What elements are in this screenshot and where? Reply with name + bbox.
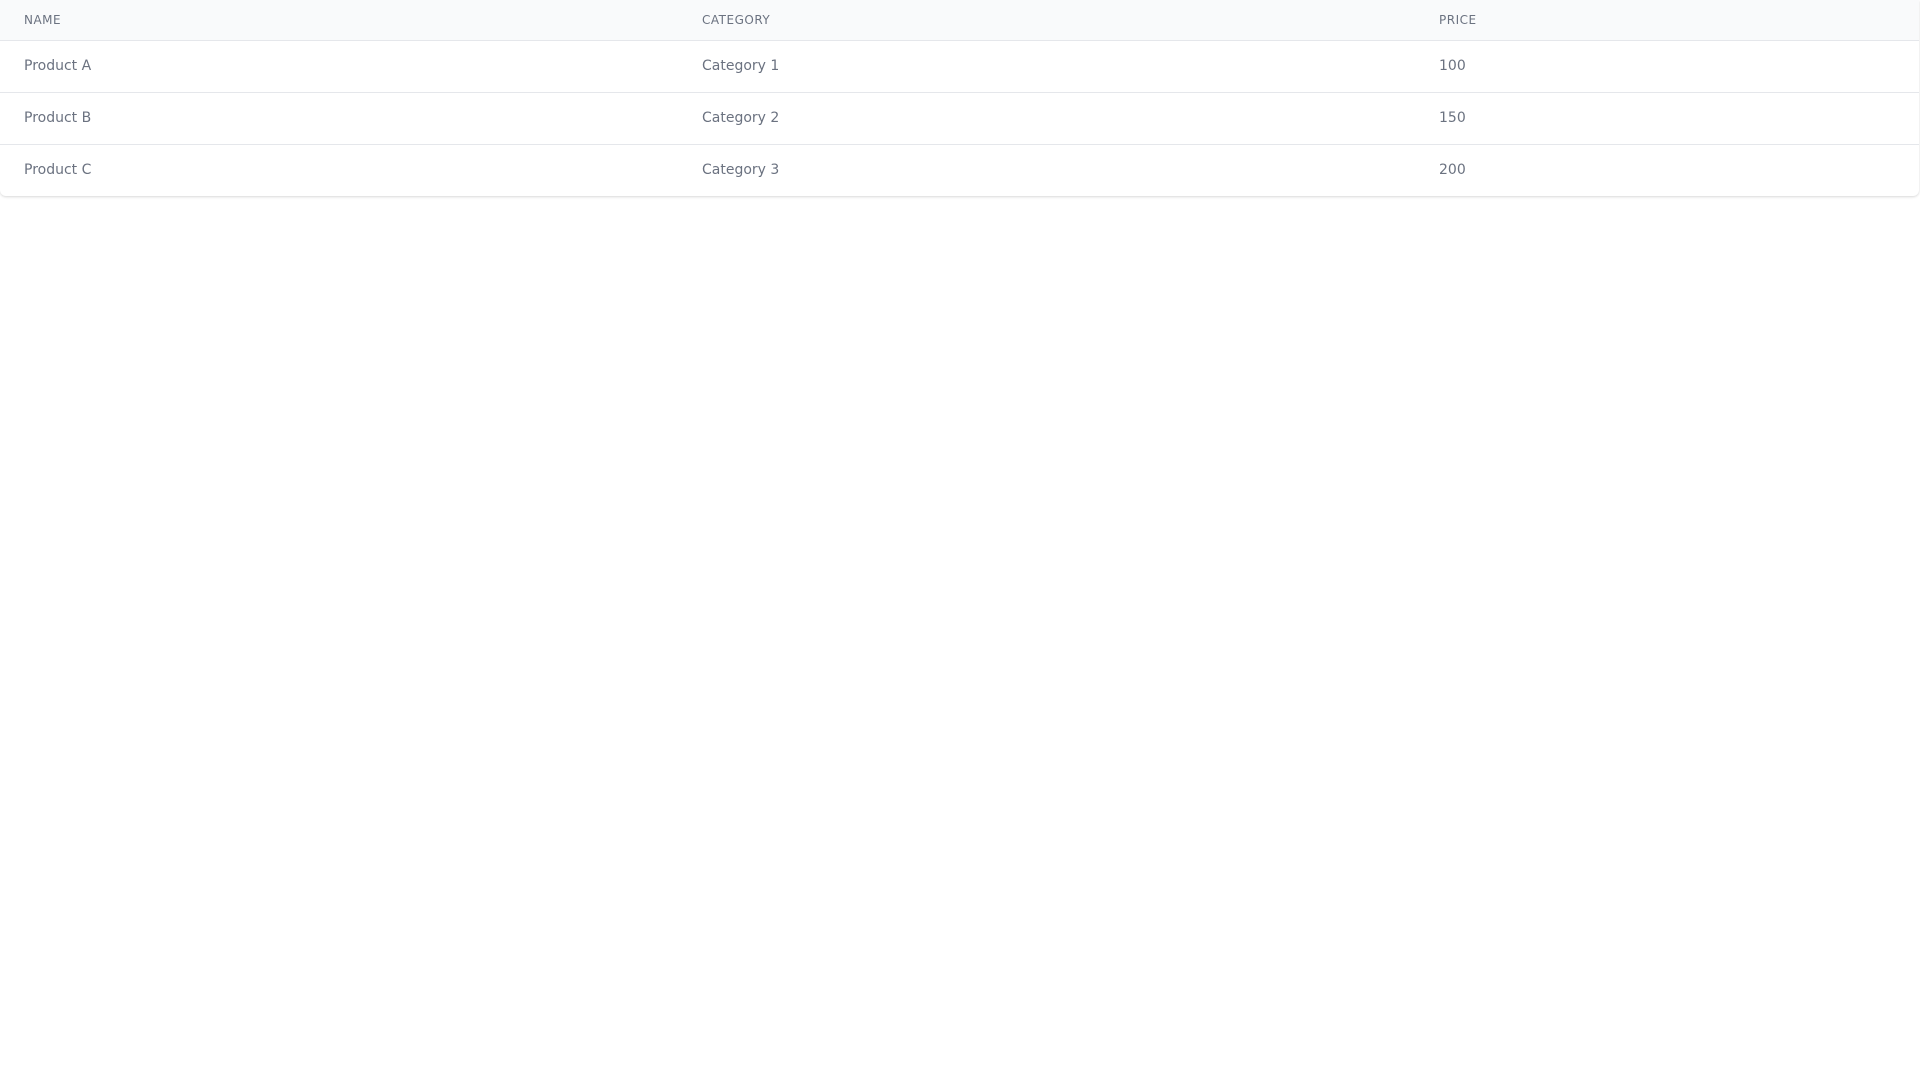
cell-price: 200: [1439, 162, 1466, 179]
table-row: Product A Category 1 100: [0, 40, 1919, 92]
column-header-category: CATEGORY: [678, 0, 1415, 41]
table-row: Product C Category 3 200: [0, 144, 1919, 196]
cell-price: 150: [1439, 110, 1466, 126]
table-header-row: NAME CATEGORY PRICE: [0, 0, 1919, 41]
cell-price: 100: [1439, 58, 1466, 74]
table-row: Product B Category 2 150: [0, 92, 1919, 144]
products-table-container: NAME CATEGORY PRICE Product A Category 1…: [0, 0, 1919, 196]
products-table: NAME CATEGORY PRICE Product A Category 1…: [0, 0, 1919, 196]
column-header-price: PRICE: [1415, 0, 1919, 41]
cell-name: Product A: [24, 58, 92, 74]
table-header: NAME CATEGORY PRICE: [0, 0, 1919, 41]
column-header-name: NAME: [0, 0, 678, 41]
cell-name: Product B: [24, 110, 92, 126]
cell-category: Category 1: [702, 58, 780, 74]
cell-category: Category 2: [702, 110, 780, 126]
cell-name: Product C: [24, 162, 92, 179]
cell-category: Category 3: [702, 162, 780, 179]
table-body: Product A Category 1 100 Product B Categ…: [0, 40, 1919, 196]
